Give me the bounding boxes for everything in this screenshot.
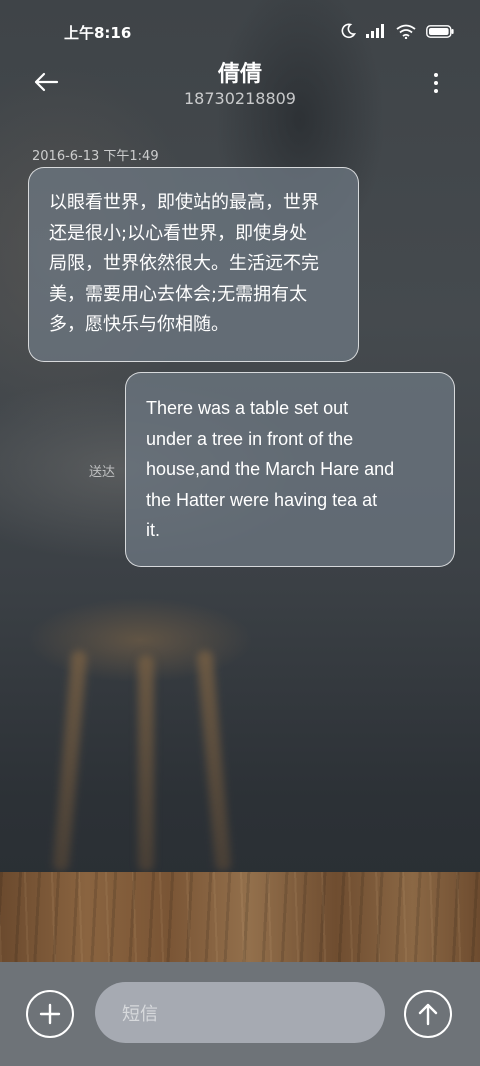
incoming-message-bubble[interactable]: 以眼看世界，即使站的最高，世界 还是很小;以心看世界，即使身处 局限，世界依然很… [28, 167, 359, 362]
signal-icon [366, 24, 384, 38]
add-attachment-button[interactable] [26, 990, 74, 1038]
message-text-line: There was a table set out [146, 398, 349, 418]
message-text-line: 还是很小;以心看世界，即使身处 [49, 222, 308, 244]
conversation-header: 倩倩 18730218809 [0, 56, 480, 116]
message-text-line: 美，需要用心去体会;无需拥有太 [49, 283, 308, 305]
message-text-line: 局限，世界依然很大。生活远不完 [49, 253, 319, 274]
message-text-line: 以眼看世界，即使站的最高，世界 [49, 192, 319, 213]
more-options-button[interactable] [426, 68, 446, 98]
message-text-line: the Hatter were having tea at [146, 489, 378, 510]
status-bar: 上午8:16 [0, 0, 480, 60]
wifi-icon [396, 24, 416, 39]
battery-icon [426, 24, 454, 38]
message-text-line: 多，愿快乐与你相随。 [49, 314, 229, 335]
arrow-up-icon [418, 1003, 438, 1026]
more-vertical-icon [434, 73, 438, 77]
message-text-line: house,and the March Hare and [146, 459, 395, 479]
delivery-status: 送达 [89, 465, 116, 480]
status-time: 上午8:16 [64, 24, 132, 42]
message-text-line: it. [146, 520, 161, 540]
sms-input-placeholder: 短信 [122, 1003, 158, 1025]
status-icons [340, 22, 454, 40]
composer-bar: 短信 [0, 962, 480, 1066]
background-decoration [138, 655, 154, 872]
contact-name: 倩倩 [217, 62, 262, 87]
message-text-line: under a tree in front of the [146, 428, 354, 449]
background-floor [0, 872, 480, 962]
moon-icon [341, 23, 356, 39]
outgoing-message-bubble[interactable]: There was a table set out under a tree i… [125, 372, 455, 567]
contact-phone-number: 18730218809 [184, 89, 296, 108]
message-timestamp: 2016-6-13 下午1:49 [32, 149, 159, 164]
plus-icon [39, 1003, 61, 1025]
sms-input-field[interactable]: 短信 [95, 982, 385, 1043]
send-button[interactable] [404, 990, 452, 1038]
